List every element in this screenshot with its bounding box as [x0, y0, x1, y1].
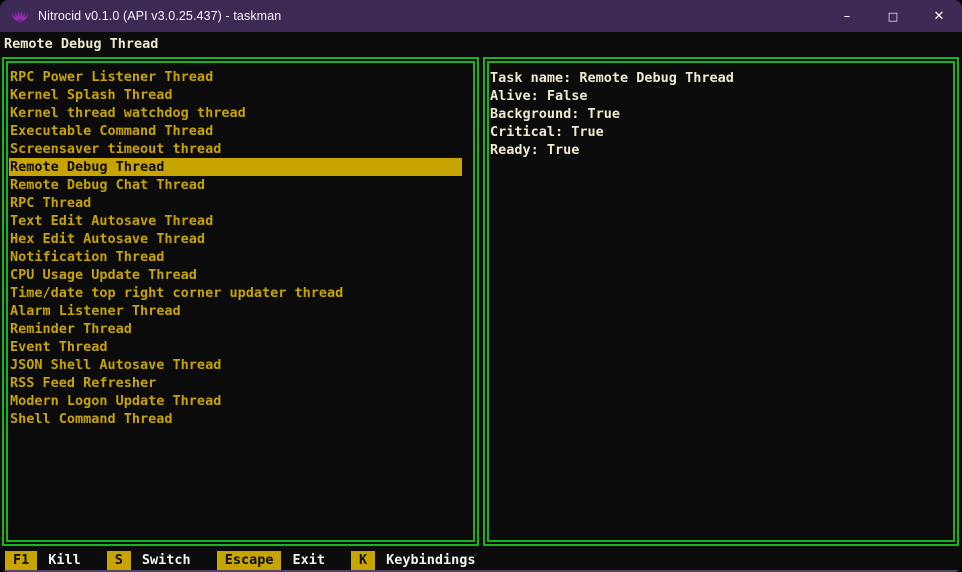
task-detail-line: Critical: True — [490, 123, 953, 141]
task-list-item[interactable]: Remote Debug Thread — [9, 158, 462, 176]
task-list-item[interactable]: Reminder Thread — [9, 320, 473, 338]
task-list-item[interactable]: Hex Edit Autosave Thread — [9, 230, 473, 248]
task-list-item[interactable]: RSS Feed Refresher — [9, 374, 473, 392]
task-list-item[interactable]: Event Thread — [9, 338, 473, 356]
task-list-item[interactable]: RPC Power Listener Thread — [9, 68, 473, 86]
maximize-button[interactable]: □ — [870, 0, 916, 32]
key-badge[interactable]: F1 — [5, 551, 37, 570]
task-list-item[interactable]: Alarm Listener Thread — [9, 302, 473, 320]
task-list-item[interactable]: Text Edit Autosave Thread — [9, 212, 473, 230]
selected-task-header: Remote Debug Thread — [4, 33, 158, 55]
task-list-item[interactable]: Modern Logon Update Thread — [9, 392, 473, 410]
task-detail-line: Ready: True — [490, 141, 953, 159]
key-action-label: Keybindings — [386, 551, 475, 570]
key-badge[interactable]: S — [107, 551, 131, 570]
task-list-item[interactable]: JSON Shell Autosave Thread — [9, 356, 473, 374]
key-action-label: Kill — [48, 551, 81, 570]
task-list-item[interactable]: Executable Command Thread — [9, 122, 473, 140]
window-title: Nitrocid v0.1.0 (API v3.0.25.437) - task… — [38, 9, 281, 23]
key-action-label: Exit — [292, 551, 325, 570]
task-details-panel: Task name: Remote Debug ThreadAlive: Fal… — [483, 57, 959, 546]
task-list-item[interactable]: Notification Thread — [9, 248, 473, 266]
key-action-label: Switch — [142, 551, 191, 570]
task-list-item[interactable]: Kernel thread watchdog thread — [9, 104, 473, 122]
task-list-panel: RPC Power Listener ThreadKernel Splash T… — [2, 57, 479, 546]
close-button[interactable]: ✕ — [916, 0, 962, 32]
key-badge[interactable]: Escape — [217, 551, 282, 570]
task-list-item[interactable]: CPU Usage Update Thread — [9, 266, 473, 284]
statusbar-item-kill[interactable]: F1 Kill — [5, 551, 81, 570]
statusbar-item-keybindings[interactable]: K Keybindings — [351, 551, 476, 570]
titlebar: Nitrocid v0.1.0 (API v3.0.25.437) - task… — [0, 0, 962, 32]
task-list-item[interactable]: Screensaver timeout thread — [9, 140, 473, 158]
task-detail-line: Task name: Remote Debug Thread — [490, 69, 953, 87]
statusbar-item-exit[interactable]: Escape Exit — [217, 551, 325, 570]
statusbar-item-switch[interactable]: S Switch — [107, 551, 191, 570]
nitrocid-logo-icon — [11, 9, 29, 23]
task-list-item[interactable]: Shell Command Thread — [9, 410, 473, 428]
app-window: Nitrocid v0.1.0 (API v3.0.25.437) - task… — [0, 0, 962, 572]
task-details: Task name: Remote Debug ThreadAlive: Fal… — [489, 63, 953, 159]
task-detail-line: Alive: False — [490, 87, 953, 105]
task-list-item[interactable]: RPC Thread — [9, 194, 473, 212]
task-list[interactable]: RPC Power Listener ThreadKernel Splash T… — [8, 63, 473, 428]
key-badge[interactable]: K — [351, 551, 375, 570]
task-list-item[interactable]: Kernel Splash Thread — [9, 86, 473, 104]
statusbar: F1 Kill S Switch Escape Exit K Keybindings — [5, 551, 962, 570]
minimize-button[interactable]: – — [824, 0, 870, 32]
task-detail-line: Background: True — [490, 105, 953, 123]
task-list-item[interactable]: Time/date top right corner updater threa… — [9, 284, 473, 302]
window-controls: – □ ✕ — [824, 0, 962, 32]
task-list-item[interactable]: Remote Debug Chat Thread — [9, 176, 473, 194]
